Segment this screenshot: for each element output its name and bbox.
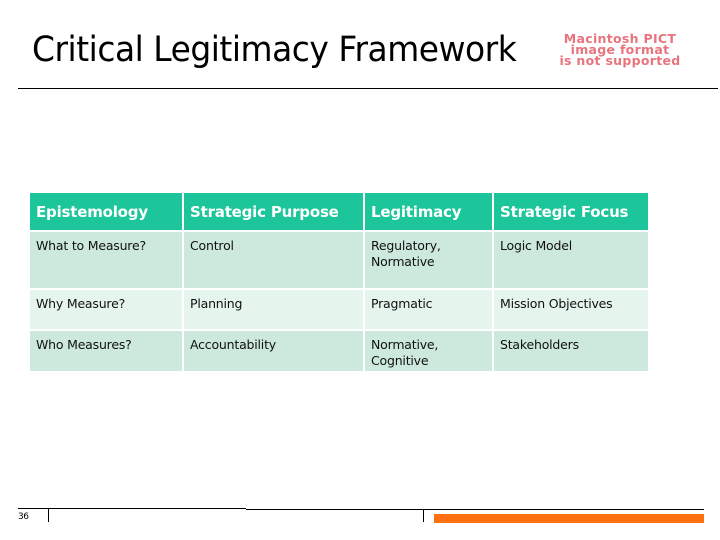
- page-number: 36: [18, 512, 29, 522]
- table-row: Why Measure? Planning Pragmatic Mission …: [30, 289, 648, 331]
- header-strategic-focus: Strategic Focus: [493, 193, 648, 232]
- footer-accent-bar: [434, 514, 704, 523]
- table-cell: Stakeholders: [493, 330, 648, 371]
- footer-tick-left: [48, 509, 49, 522]
- table-cell: Mission Objectives: [493, 289, 648, 331]
- table-cell: Regulatory, Normative: [364, 231, 494, 290]
- table-cell: Why Measure?: [30, 289, 184, 331]
- table-cell: Planning: [183, 289, 365, 331]
- header-legitimacy: Legitimacy: [364, 193, 494, 232]
- table-cell: Accountability: [183, 330, 365, 371]
- table-cell: What to Measure?: [30, 231, 184, 290]
- table-row: What to Measure? Control Regulatory, Nor…: [30, 231, 648, 290]
- slide-title: Critical Legitimacy Framework: [32, 30, 517, 70]
- unsupported-image-placeholder: Macintosh PICT image format is not suppo…: [540, 32, 700, 68]
- table-cell: Normative, Cognitive: [364, 330, 494, 371]
- table-row: Who Measures? Accountability Normative, …: [30, 330, 648, 371]
- table-cell: Who Measures?: [30, 330, 184, 371]
- table-cell: Logic Model: [493, 231, 648, 290]
- legitimacy-framework-table: Epistemology Strategic Purpose Legitimac…: [30, 193, 648, 371]
- header-epistemology: Epistemology: [30, 193, 184, 232]
- header-strategic-purpose: Strategic Purpose: [183, 193, 365, 232]
- footer-tick-right: [423, 509, 424, 522]
- footer-divider-right: [246, 509, 704, 510]
- footer-divider-left: [18, 508, 246, 509]
- placeholder-line-3: is not supported: [559, 53, 681, 68]
- title-divider: [18, 88, 718, 89]
- table-cell: Pragmatic: [364, 289, 494, 331]
- table-cell: Control: [183, 231, 365, 290]
- table-header-row: Epistemology Strategic Purpose Legitimac…: [30, 193, 648, 232]
